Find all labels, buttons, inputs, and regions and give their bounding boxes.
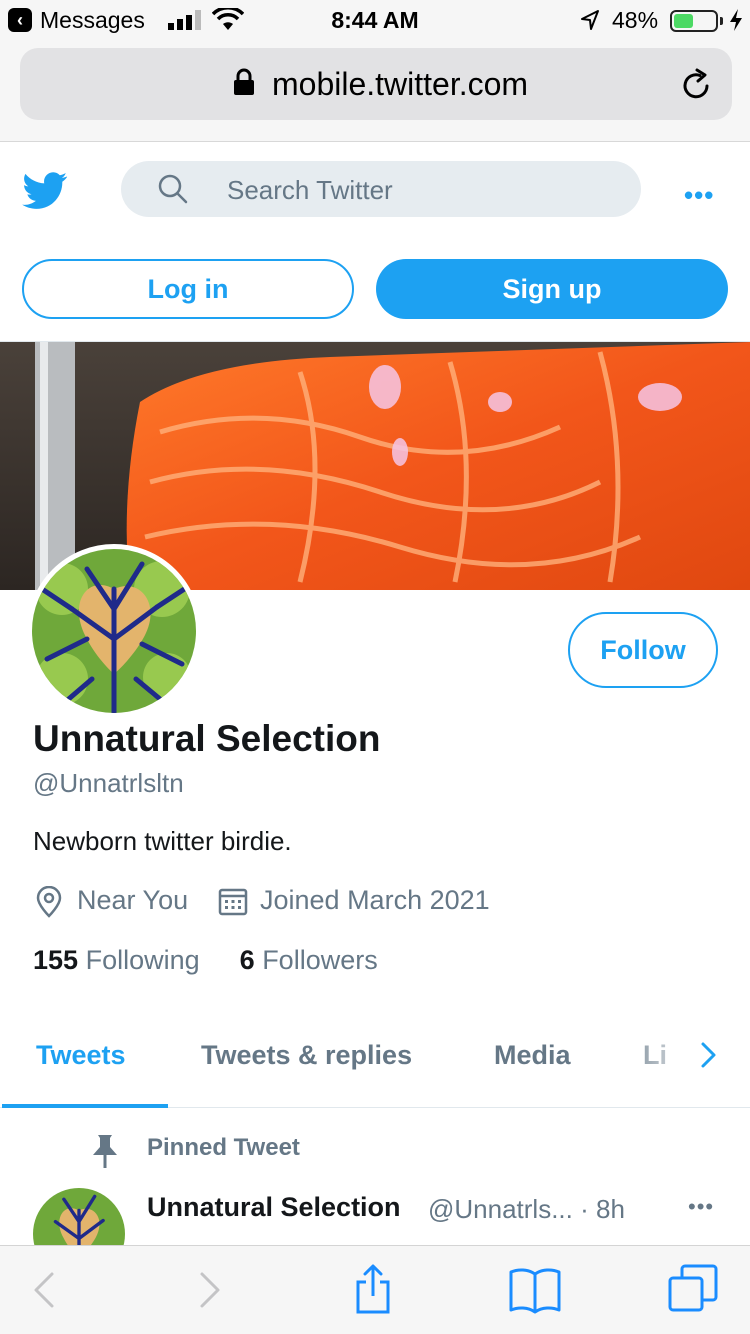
followers-label: Followers [262, 945, 378, 975]
search-icon [158, 174, 188, 204]
calendar-icon [218, 888, 248, 916]
nav-back-icon[interactable] [30, 1268, 58, 1312]
chevron-right-icon[interactable] [698, 1038, 720, 1072]
charging-icon [730, 9, 742, 31]
location-arrow-icon [581, 10, 599, 30]
tab-tweets-replies[interactable]: Tweets & replies [201, 1040, 412, 1071]
pin-icon [93, 1135, 117, 1168]
url-text[interactable]: mobile.twitter.com [272, 66, 528, 103]
bookmarks-icon[interactable] [508, 1266, 562, 1314]
location-pin-icon [36, 886, 62, 918]
signup-button[interactable]: Sign up [376, 259, 728, 319]
tweet-author-name[interactable]: Unnatural Selection [147, 1192, 401, 1223]
follow-counts: 155 Following 6 Followers [33, 945, 378, 976]
battery-icon [670, 10, 718, 32]
reload-icon[interactable] [680, 68, 712, 102]
twitter-header: Search Twitter ••• Log in Sign up [0, 142, 750, 342]
followers-count: 6 [239, 945, 255, 975]
profile-location: Near You [77, 885, 189, 915]
pinned-tweet-label: Pinned Tweet [147, 1134, 300, 1161]
nav-forward-icon[interactable] [196, 1268, 224, 1312]
browser-toolbar [0, 1245, 750, 1334]
status-bar: ‹ Messages 8:44 AM 48% [0, 0, 750, 40]
tabs-icon[interactable] [668, 1264, 718, 1314]
tweet-more-icon[interactable]: ••• [688, 1194, 714, 1220]
active-tab-indicator [2, 1104, 168, 1108]
search-placeholder: Search Twitter [227, 175, 393, 205]
twitter-bird-icon[interactable] [22, 172, 68, 210]
profile-avatar[interactable] [27, 544, 201, 718]
share-icon[interactable] [352, 1262, 394, 1316]
search-input[interactable]: Search Twitter [121, 161, 641, 217]
following-label: Following [85, 945, 200, 975]
following-link[interactable]: 155 Following [33, 945, 200, 975]
tweet-author-handle-time: @Unnatrls... · 8h [428, 1194, 625, 1224]
login-button[interactable]: Log in [22, 259, 354, 319]
profile-joined-date: Joined March 2021 [260, 885, 490, 915]
browser-chrome: mobile.twitter.com [0, 40, 750, 142]
tab-tweets[interactable]: Tweets [36, 1040, 126, 1071]
profile-handle: @Unnatrlsltn [33, 768, 184, 798]
following-count: 155 [33, 945, 79, 975]
follow-button[interactable]: Follow [568, 612, 718, 688]
profile-name: Unnatural Selection [33, 718, 381, 759]
tab-media[interactable]: Media [494, 1040, 571, 1071]
profile-tabs: Tweets Tweets & replies Media Li [0, 1008, 750, 1108]
address-bar[interactable]: mobile.twitter.com [20, 48, 732, 120]
profile-bio: Newborn twitter birdie. [33, 826, 292, 856]
followers-link[interactable]: 6 Followers [240, 945, 378, 975]
more-icon[interactable]: ••• [684, 180, 720, 210]
battery-percent: 48% [612, 7, 659, 33]
lock-icon [234, 68, 254, 95]
